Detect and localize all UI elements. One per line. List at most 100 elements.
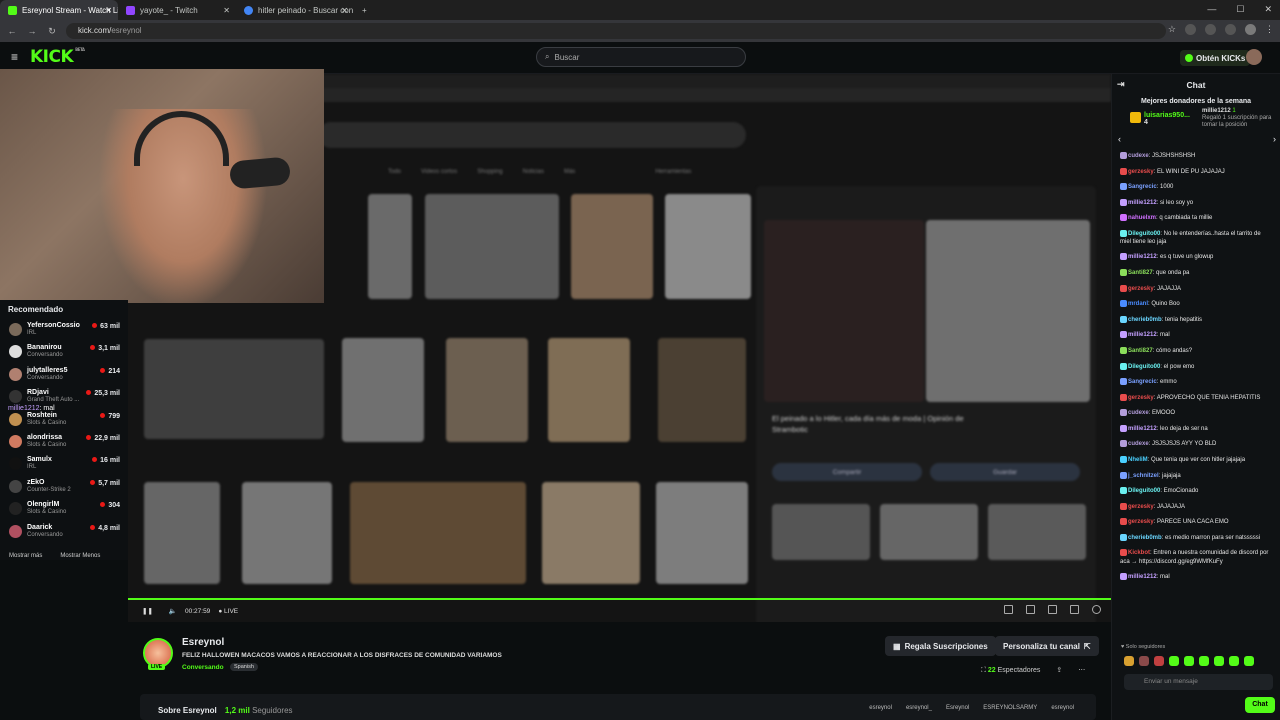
emote-icon[interactable] bbox=[1124, 656, 1134, 666]
chat-username[interactable]: Dileguito00 bbox=[1128, 364, 1160, 370]
browser-tab-google[interactable]: hitler peinado - Buscar con Goo ✕ bbox=[236, 0, 354, 20]
pause-icon[interactable]: ❚❚ bbox=[142, 607, 153, 615]
emote-icon[interactable] bbox=[1184, 656, 1194, 666]
chat-username[interactable]: nahuelxm bbox=[1128, 215, 1156, 221]
language-tag[interactable]: Spanish bbox=[230, 663, 258, 671]
emote-icon[interactable] bbox=[1244, 656, 1254, 666]
chat-username[interactable]: Dileguito00 bbox=[1128, 231, 1160, 237]
search-input[interactable]: ⌕ Buscar bbox=[536, 47, 746, 67]
emote-icon[interactable] bbox=[1154, 656, 1164, 666]
player-controls: ❚❚ 🔈 00:27:59 ● LIVE bbox=[128, 600, 1111, 622]
forward-icon[interactable]: → bbox=[24, 26, 40, 36]
chat-username[interactable]: gerzesky bbox=[1128, 504, 1154, 510]
reload-icon[interactable]: ↻ bbox=[44, 26, 60, 37]
chat-username[interactable]: millie1212 bbox=[1128, 426, 1157, 432]
settings-gear-icon[interactable] bbox=[1092, 605, 1101, 614]
emote-icon[interactable] bbox=[1229, 656, 1239, 666]
minimize-icon[interactable]: — bbox=[1207, 4, 1216, 15]
sidebar-item[interactable]: julytalleres5 Conversando 214 bbox=[0, 364, 128, 386]
kick-logo[interactable]: KICK BETA bbox=[30, 47, 85, 67]
sidebar-item[interactable]: zEkO Counter-Strike 2 5,7 mil bbox=[0, 476, 128, 498]
chat-username[interactable]: millie1212 bbox=[1128, 332, 1157, 338]
emote-icon[interactable] bbox=[1169, 656, 1179, 666]
emote-icon[interactable] bbox=[1139, 656, 1149, 666]
sidebar-item[interactable]: Daarick Conversando 4,8 mil bbox=[0, 521, 128, 543]
url-field[interactable]: kick.com/esreynol bbox=[66, 23, 1166, 39]
x-link[interactable]: esreynol bbox=[869, 705, 892, 711]
pip-icon[interactable] bbox=[1048, 605, 1057, 614]
channel-name[interactable]: Esreynol bbox=[182, 637, 224, 648]
profile-icon[interactable] bbox=[1245, 24, 1256, 35]
chevron-left-icon[interactable]: ‹ bbox=[1118, 134, 1121, 144]
chat-username[interactable]: Kickbot bbox=[1128, 551, 1150, 557]
chat-username[interactable]: cudexe bbox=[1128, 153, 1149, 159]
chat-username[interactable]: Dileguito00 bbox=[1128, 488, 1160, 494]
chat-username[interactable]: gerzesky bbox=[1128, 519, 1154, 525]
chat-username[interactable]: Sangrecic bbox=[1128, 184, 1157, 190]
clip-icon[interactable] bbox=[1004, 605, 1013, 614]
browser-tab-twitch[interactable]: yayote_ - Twitch ✕ bbox=[118, 0, 236, 20]
chat-username[interactable]: gerzesky bbox=[1128, 286, 1154, 292]
chat-username[interactable]: cudexe bbox=[1128, 441, 1149, 447]
collapse-chat-icon[interactable]: ⇥ bbox=[1117, 79, 1125, 90]
bookmark-star-icon[interactable]: ☆ bbox=[1168, 24, 1176, 35]
back-icon[interactable]: ← bbox=[4, 26, 20, 36]
more-icon[interactable]: ⋯ bbox=[1078, 667, 1085, 674]
chat-username[interactable]: millie1212 bbox=[1128, 574, 1157, 580]
fullscreen-icon[interactable] bbox=[1070, 605, 1079, 614]
user-avatar[interactable] bbox=[1246, 49, 1262, 65]
close-icon[interactable]: ✕ bbox=[223, 6, 230, 15]
close-icon[interactable]: ✕ bbox=[341, 6, 348, 15]
chat-username[interactable]: millie1212 bbox=[1128, 200, 1157, 206]
chat-username[interactable]: gerzesky bbox=[1128, 395, 1154, 401]
tiktok-link[interactable]: esreynol bbox=[1051, 705, 1074, 711]
instagram-link[interactable]: esreynol_ bbox=[906, 705, 932, 711]
chat-badge-icon bbox=[1120, 253, 1127, 261]
sidebar-item[interactable]: YefersonCossio IRL 63 mil bbox=[0, 319, 128, 341]
chat-username[interactable]: millie1212 bbox=[1128, 255, 1157, 261]
extension-icon[interactable] bbox=[1225, 24, 1236, 35]
show-less-button[interactable]: Mostrar Menos bbox=[60, 553, 100, 559]
browser-tab-kick[interactable]: Esreynol Stream - Watch Live o ✕ bbox=[0, 0, 118, 20]
sidebar-item-viewers: 5,7 mil bbox=[90, 480, 120, 487]
emote-icon[interactable] bbox=[1214, 656, 1224, 666]
close-icon[interactable]: ✕ bbox=[105, 6, 112, 15]
sidebar-item[interactable]: OlengirlM Slots & Casino 304 bbox=[0, 498, 128, 520]
customize-channel-button[interactable]: Personaliza tu canal ⇱ bbox=[995, 636, 1099, 656]
extension-icon[interactable] bbox=[1205, 24, 1216, 35]
discord-link[interactable]: ESREYNOLSARMY bbox=[983, 705, 1037, 711]
menu-dots-icon[interactable]: ⋮ bbox=[1265, 24, 1274, 35]
sidebar-item[interactable]: Samulx IRL 16 mil bbox=[0, 453, 128, 475]
maximize-icon[interactable]: ☐ bbox=[1236, 4, 1244, 15]
emote-icon[interactable] bbox=[1199, 656, 1209, 666]
chat-username[interactable]: j_schnitzel bbox=[1128, 473, 1159, 479]
chevron-right-icon[interactable]: › bbox=[1273, 134, 1276, 144]
chat-input[interactable]: Enviar un mensaje bbox=[1124, 674, 1273, 690]
chat-username[interactable]: Santi827 bbox=[1128, 348, 1153, 354]
sidebar-item[interactable]: alondrissa Slots & Casino 22,9 mil bbox=[0, 431, 128, 453]
chat-username[interactable]: Santi827 bbox=[1128, 270, 1153, 276]
theater-icon[interactable] bbox=[1026, 605, 1035, 614]
extension-icon[interactable] bbox=[1185, 24, 1196, 35]
show-more-button[interactable]: Mostrar más bbox=[9, 553, 42, 559]
chat-username[interactable]: cherieb0mb bbox=[1128, 535, 1162, 541]
stream-category[interactable]: Conversando bbox=[182, 664, 224, 671]
send-chat-button[interactable]: Chat bbox=[1245, 697, 1275, 713]
chat-username[interactable]: Sangrecic bbox=[1128, 379, 1157, 385]
share-icon[interactable]: ⇪ bbox=[1056, 667, 1062, 674]
sidebar-item-category: Conversando bbox=[27, 531, 63, 538]
chat-username[interactable]: cudexe bbox=[1128, 410, 1149, 416]
gift-subs-button[interactable]: ▦ Regala Suscripciones bbox=[885, 636, 996, 656]
chat-username[interactable]: gerzesky bbox=[1128, 169, 1154, 175]
followers-only-label: ♥ Solo seguidores bbox=[1121, 644, 1166, 650]
sidebar-item[interactable]: Bananirou Conversando 3,1 mil bbox=[0, 341, 128, 363]
facebook-link[interactable]: Esreynol bbox=[946, 705, 969, 711]
close-window-icon[interactable]: ✕ bbox=[1264, 4, 1272, 15]
chat-username[interactable]: NheliM bbox=[1128, 457, 1148, 463]
new-tab-button[interactable]: + bbox=[354, 0, 378, 20]
get-kicks-button[interactable]: Obtén KICKs bbox=[1180, 50, 1251, 66]
volume-icon[interactable]: 🔈 bbox=[169, 607, 177, 615]
hamburger-menu-icon[interactable]: ≡ bbox=[11, 51, 20, 63]
chat-username[interactable]: mrdanl bbox=[1128, 301, 1148, 307]
chat-username[interactable]: cherieb0mb bbox=[1128, 317, 1162, 323]
